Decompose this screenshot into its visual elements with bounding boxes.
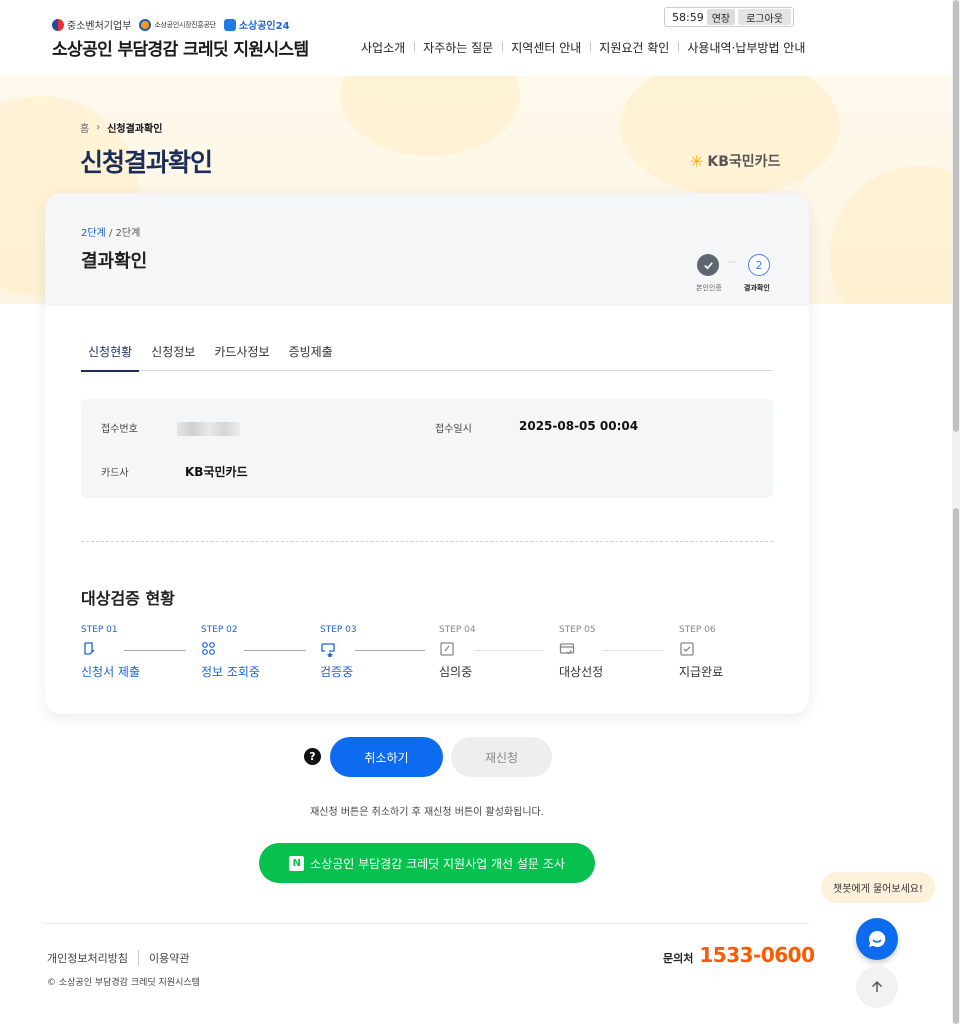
contact-number[interactable]: 1533-0600 [699,943,815,967]
arrow-up-icon [871,980,883,992]
card-company-value: KB국민카드 [185,465,248,479]
kb-star-icon: ✳ [690,151,704,171]
logo-mss[interactable]: 중소벤처기업부 [52,17,131,32]
session-extend-button[interactable]: 연장 [706,9,736,25]
survey-button-label: 소상공인 부담경감 크레딧 지원사업 개선 설문 조사 [310,856,565,871]
progress-step-label: 본인인증 [696,284,722,292]
checkbox-icon [680,642,694,656]
contact-info: 문의처 1533-0600 [663,943,815,967]
application-info-box: 접수번호 접수일시 2025-08-05 00:04 카드사 KB국민카드 [81,399,773,498]
section-divider [81,541,773,542]
session-timer: 58:59 [672,10,704,24]
progress-steps: ··· 2 본인인증 결과확인 [681,254,781,294]
verification-steps: STEP 01 신청서 제출 STEP 02 정보 조회중 STEP 03 검증… [81,625,773,685]
progress-step-label: 결과확인 [744,284,770,292]
chatbot-tooltip[interactable]: 챗봇에게 물어보세요! [821,872,935,903]
site-title[interactable]: 소상공인 부담경감 크레딧 지원시스템 [52,35,309,60]
page-title: 신청결과확인 [80,148,213,177]
breadcrumb-home[interactable]: 홈 [80,120,89,135]
logout-button[interactable]: 로그아웃 [738,9,791,25]
ellipsis-icon: ··· [728,258,737,268]
step-connector [474,650,544,651]
footer-link-terms[interactable]: 이용약관 [137,950,189,966]
contact-label: 문의처 [663,952,694,965]
sbiz24-emblem-icon [223,18,236,31]
step-item: STEP 06 지급완료 [679,625,724,679]
result-tabs: 신청현황 신청정보 카드사정보 증빙제출 [81,343,773,372]
edit-square-icon [440,642,454,656]
step-item: STEP 05 대상선정 [559,625,679,680]
chat-icon [869,930,886,947]
hero-decoration [340,76,520,156]
logo-semas[interactable]: 소상공인시장진흥공단 [139,18,216,31]
hero-decoration [620,76,840,196]
tab-status[interactable]: 신청현황 [81,343,140,372]
step-connector [244,650,306,651]
nav-item-usage[interactable]: 사용내역·납부방법 안내 [678,39,814,56]
check-icon [697,254,719,276]
footer-links: 개인정보처리방침 이용약관 [47,950,189,966]
step-connector [355,650,425,651]
footer-link-privacy[interactable]: 개인정보처리방침 [47,950,128,966]
semas-emblem-icon [139,18,152,31]
survey-button[interactable]: N 소상공인 부담경감 크레딧 지원사업 개선 설문 조사 [259,843,595,883]
kb-card-logo: ✳ KB국민카드 [690,151,781,171]
reapply-button[interactable]: 재신청 [451,737,552,777]
nav-item-faq[interactable]: 자주하는 질문 [414,39,502,56]
chatbot-button[interactable] [856,918,898,960]
session-timer-box: 58:59 연장 로그아웃 [664,7,794,27]
nav-item-intro[interactable]: 사업소개 [352,39,414,56]
verify-star-icon [321,643,335,657]
mss-emblem-icon [52,18,64,31]
logo-sbiz24[interactable]: 소상공인24 [223,17,290,32]
scroll-top-button[interactable] [856,966,898,1008]
card-title: 결과확인 [81,251,148,272]
help-icon[interactable]: ? [304,748,321,765]
copyright: © 소상공인 부담경감 크레딧 지원시스템 [47,978,200,988]
step-item: STEP 03 검증중 [320,625,440,680]
card-header: 2단계 / 2단계 결과확인 ··· 2 본인인증 결과확인 [45,193,809,306]
search-grid-icon [202,642,215,655]
step-connector [124,650,186,651]
receipt-date-value: 2025-08-05 00:04 [519,419,639,433]
tab-evidence-submit[interactable]: 증빙제출 [282,343,340,371]
nav-item-eligibility[interactable]: 지원요건 확인 [590,39,678,56]
step-number-badge: 2 [748,254,770,276]
breadcrumb-current: 신청결과확인 [107,124,163,135]
result-card: 2단계 / 2단계 결과확인 ··· 2 본인인증 결과확인 신청현황 신청정보… [45,193,809,714]
receipt-no-masked [177,422,240,436]
reapply-notice: 재신청 버튼은 취소하기 후 재신청 버튼이 활성화됩니다. [310,807,544,818]
document-pen-icon [84,642,95,655]
hero-decoration [830,166,952,304]
step-item: STEP 01 신청서 제출 [81,625,201,680]
tab-application-info[interactable]: 신청정보 [144,343,202,371]
scrollbar-thumb-top[interactable] [953,0,959,432]
step-item: STEP 02 정보 조회중 [201,625,321,680]
step-item: STEP 04 심의중 [439,625,559,680]
card-company-label: 카드사 [101,468,129,479]
step-connector [602,650,664,651]
tab-card-company-info[interactable]: 카드사정보 [207,343,276,371]
naver-n-icon: N [289,855,305,871]
verification-title: 대상검증 현황 [81,589,175,608]
nav-item-center[interactable]: 지역센터 안내 [502,39,590,56]
receipt-date-label: 접수일시 [435,424,472,435]
agency-logos: 중소벤처기업부 소상공인시장진흥공단 소상공인24 [52,17,290,32]
footer-divider [45,923,809,924]
breadcrumb: 홈 › 신청결과확인 [80,120,162,135]
chevron-right-icon: › [96,122,101,133]
main-nav: 사업소개 자주하는 질문 지역센터 안내 지원요건 확인 사용내역·납부방법 안… [352,39,814,56]
receipt-no-label: 접수번호 [101,424,138,435]
step-counter: 2단계 / 2단계 [81,228,141,239]
scrollbar-thumb[interactable] [953,508,959,1024]
site-header: 중소벤처기업부 소상공인시장진흥공단 소상공인24 소상공인 부담경감 크레딧 … [0,0,952,76]
cancel-button[interactable]: 취소하기 [330,737,443,777]
page-scrollbar[interactable] [952,0,960,1024]
card-check-icon [559,643,575,655]
